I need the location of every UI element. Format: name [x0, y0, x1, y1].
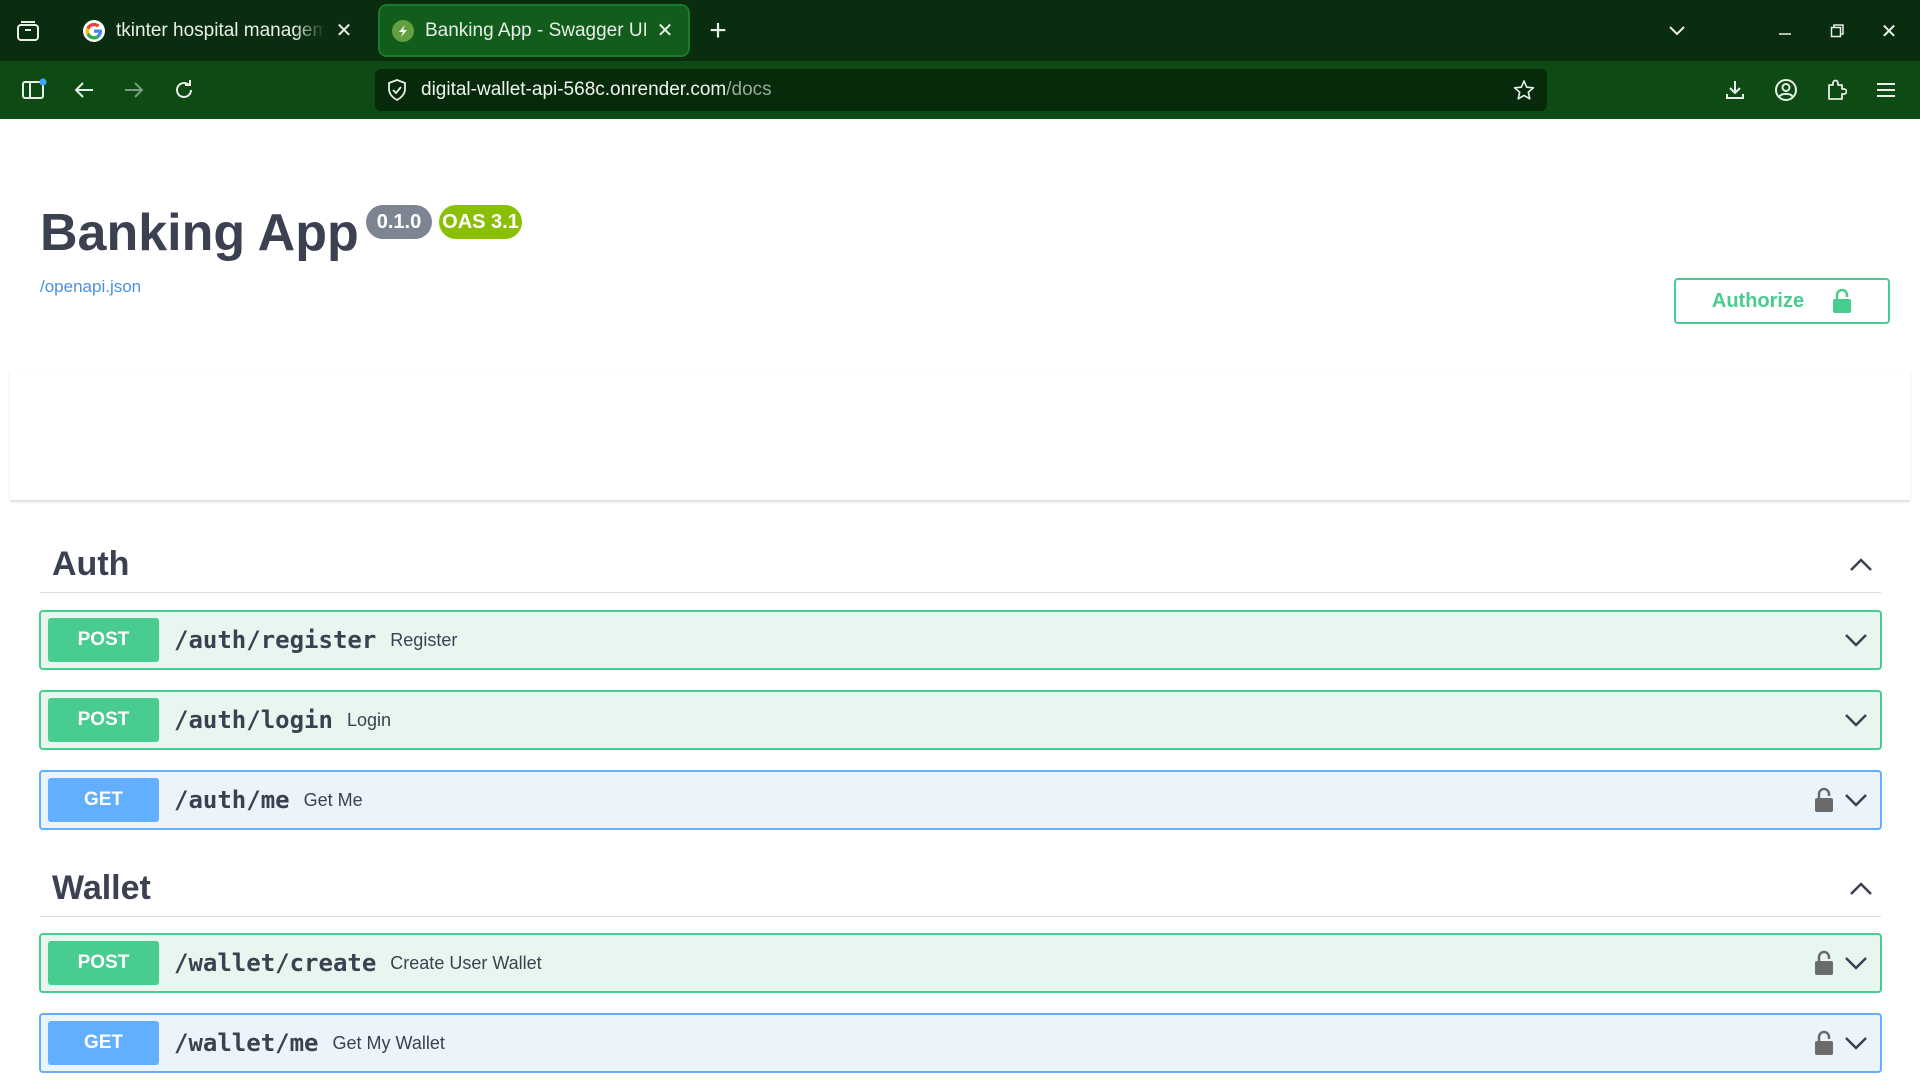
list-all-tabs-icon[interactable]: [1662, 16, 1692, 46]
scheme-container: [10, 371, 1910, 501]
menu-icon[interactable]: [1870, 74, 1902, 106]
authorize-button[interactable]: Authorize: [1674, 278, 1890, 324]
swagger-page: Banking App 0.1.0 OAS 3.1 /openapi.json …: [0, 119, 1920, 1080]
lock-icon[interactable]: [1814, 1030, 1834, 1056]
endpoint-path: /wallet/me: [174, 1029, 319, 1057]
minimize-icon[interactable]: [1770, 16, 1800, 46]
endpoint-path: /auth/me: [174, 786, 290, 814]
restore-icon[interactable]: [1822, 16, 1852, 46]
url-text: digital-wallet-api-568c.onrender.com/doc…: [421, 79, 772, 101]
tab-title: Banking App - Swagger UI: [425, 19, 646, 41]
openapi-json-link[interactable]: /openapi.json: [40, 277, 141, 297]
method-badge: GET: [48, 778, 159, 822]
url-path: /docs: [726, 79, 772, 100]
sidebar-toggle-icon[interactable]: [18, 74, 50, 106]
authorize-label: Authorize: [1711, 289, 1805, 312]
chevron-down-icon[interactable]: [1844, 793, 1868, 807]
chevron-up-icon[interactable]: [1841, 545, 1881, 585]
forward-arrow-icon[interactable]: [118, 74, 150, 106]
method-badge: POST: [48, 941, 159, 985]
unlocked-lock-icon: [1832, 288, 1852, 314]
endpoint-path: /auth/login: [174, 706, 333, 734]
chevron-up-icon[interactable]: [1841, 869, 1881, 909]
endpoint-summary: Get Me: [303, 789, 363, 810]
lock-icon[interactable]: [1814, 787, 1834, 813]
api-title: Banking App: [40, 204, 359, 262]
chevron-down-icon[interactable]: [1844, 713, 1868, 727]
tag-header-wallet[interactable]: Wallet: [40, 861, 1881, 917]
opblock-post-wallet-create[interactable]: POST /wallet/create Create User Wallet: [39, 933, 1882, 993]
close-tab-icon[interactable]: ✕: [333, 18, 355, 43]
tag-header-auth[interactable]: Auth: [40, 537, 1881, 593]
opblock-post-auth-register[interactable]: POST /auth/register Register: [39, 610, 1882, 670]
lock-icon[interactable]: [1814, 950, 1834, 976]
browser-nav-bar: digital-wallet-api-568c.onrender.com/doc…: [0, 61, 1920, 119]
tab-overview-icon[interactable]: [12, 16, 44, 46]
tab-title: tkinter hospital management: [116, 19, 325, 41]
address-bar[interactable]: digital-wallet-api-568c.onrender.com/doc…: [375, 69, 1547, 111]
extensions-icon[interactable]: [1820, 74, 1852, 106]
browser-tab-inactive[interactable]: tkinter hospital management ✕: [71, 6, 367, 55]
endpoint-summary: Register: [390, 629, 458, 650]
opblock-get-wallet-me[interactable]: GET /wallet/me Get My Wallet: [39, 1013, 1882, 1073]
reload-icon[interactable]: [168, 74, 200, 106]
close-tab-icon[interactable]: ✕: [654, 18, 676, 43]
endpoint-summary: Create User Wallet: [390, 952, 542, 973]
url-host: digital-wallet-api-568c.onrender.com: [421, 79, 727, 100]
account-icon[interactable]: [1770, 74, 1802, 106]
method-badge: POST: [48, 698, 159, 742]
opblock-get-auth-me[interactable]: GET /auth/me Get Me: [39, 770, 1882, 830]
method-badge: GET: [48, 1021, 159, 1065]
new-tab-icon[interactable]: +: [703, 14, 733, 47]
shield-icon[interactable]: [387, 79, 407, 101]
endpoint-summary: Login: [346, 709, 391, 730]
version-badge: 0.1.0: [366, 205, 432, 239]
download-icon[interactable]: [1719, 74, 1751, 106]
chevron-down-icon[interactable]: [1844, 633, 1868, 647]
tag-name: Wallet: [52, 869, 151, 907]
oas-badge: OAS 3.1: [439, 205, 522, 239]
close-window-icon[interactable]: ✕: [1874, 16, 1904, 46]
chevron-down-icon[interactable]: [1844, 1036, 1868, 1050]
chevron-down-icon[interactable]: [1844, 956, 1868, 970]
method-badge: POST: [48, 618, 159, 662]
endpoint-summary: Get My Wallet: [332, 1032, 445, 1053]
bookmark-star-icon[interactable]: [1513, 79, 1535, 101]
back-arrow-icon[interactable]: [68, 74, 100, 106]
endpoint-path: /auth/register: [174, 626, 377, 654]
opblock-post-auth-login[interactable]: POST /auth/login Login: [39, 690, 1882, 750]
browser-tab-active[interactable]: Banking App - Swagger UI ✕: [378, 4, 690, 57]
endpoint-path: /wallet/create: [174, 949, 377, 977]
swagger-icon: [392, 19, 414, 42]
google-g-icon: [83, 19, 105, 42]
tag-name: Auth: [52, 545, 130, 583]
browser-tab-bar: tkinter hospital management ✕ Banking Ap…: [0, 0, 1920, 61]
